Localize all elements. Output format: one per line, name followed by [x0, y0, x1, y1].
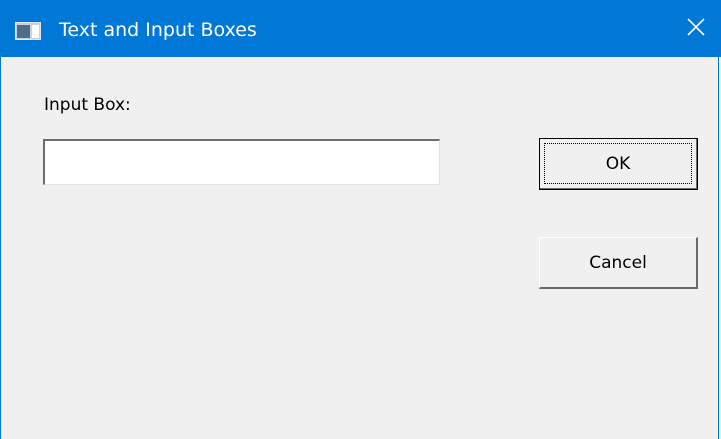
input-box-field[interactable] — [43, 139, 440, 185]
cancel-button[interactable]: Cancel — [539, 237, 698, 289]
ok-button[interactable]: OK — [539, 138, 698, 190]
input-box-label: Input Box: — [44, 95, 131, 115]
cancel-button-label: Cancel — [589, 252, 647, 273]
dialog-window: Text and Input Boxes Input Box: OK Cance… — [0, 0, 721, 439]
title-bar[interactable]: Text and Input Boxes — [1, 0, 721, 57]
focus-ring — [544, 143, 692, 184]
app-window-icon — [15, 22, 41, 40]
close-icon — [687, 17, 705, 40]
window-title: Text and Input Boxes — [59, 19, 257, 41]
close-button[interactable] — [670, 0, 721, 57]
